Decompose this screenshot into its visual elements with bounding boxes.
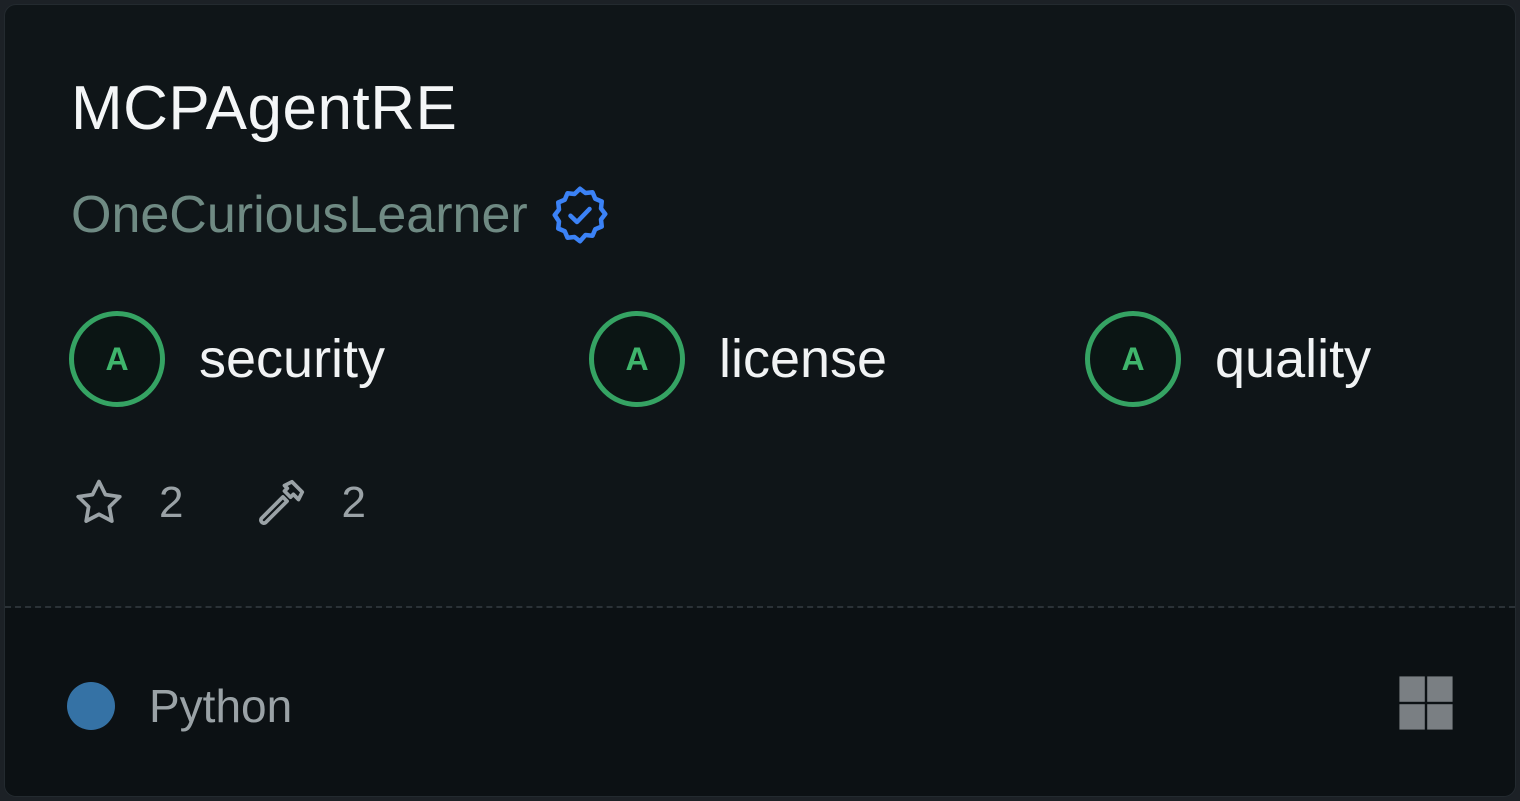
windows-icon (1399, 676, 1453, 730)
license-grade[interactable]: A license (589, 311, 887, 407)
tools-stat: 2 (253, 475, 366, 531)
author-row: OneCuriousLearner (71, 183, 610, 247)
stats-row: 2 2 (71, 473, 436, 533)
stars-stat: 2 (71, 475, 183, 531)
security-grade[interactable]: A security (69, 311, 385, 407)
license-grade-label: license (719, 329, 888, 389)
quality-grade[interactable]: A quality (1085, 311, 1371, 407)
hammer-icon (259, 479, 305, 525)
tools-count: 2 (341, 478, 366, 527)
card-title[interactable]: MCPAgentRE (71, 77, 457, 141)
security-grade-badge: A (69, 311, 165, 407)
license-grade-badge: A (589, 311, 685, 407)
card-body: MCPAgentRE OneCuriousLearner A security … (5, 5, 1515, 607)
card-footer: Python (5, 608, 1515, 796)
quality-grade-label: quality (1215, 329, 1372, 389)
language-color-dot (67, 682, 115, 730)
quality-grade-badge: A (1085, 311, 1181, 407)
language-name: Python (149, 680, 293, 732)
server-card[interactable]: MCPAgentRE OneCuriousLearner A security … (4, 4, 1516, 797)
security-grade-label: security (199, 329, 386, 389)
verified-badge-icon (552, 186, 608, 244)
star-icon (76, 479, 122, 523)
stars-count: 2 (159, 478, 184, 527)
author-name[interactable]: OneCuriousLearner (71, 185, 528, 245)
language-tag: Python (67, 678, 292, 734)
